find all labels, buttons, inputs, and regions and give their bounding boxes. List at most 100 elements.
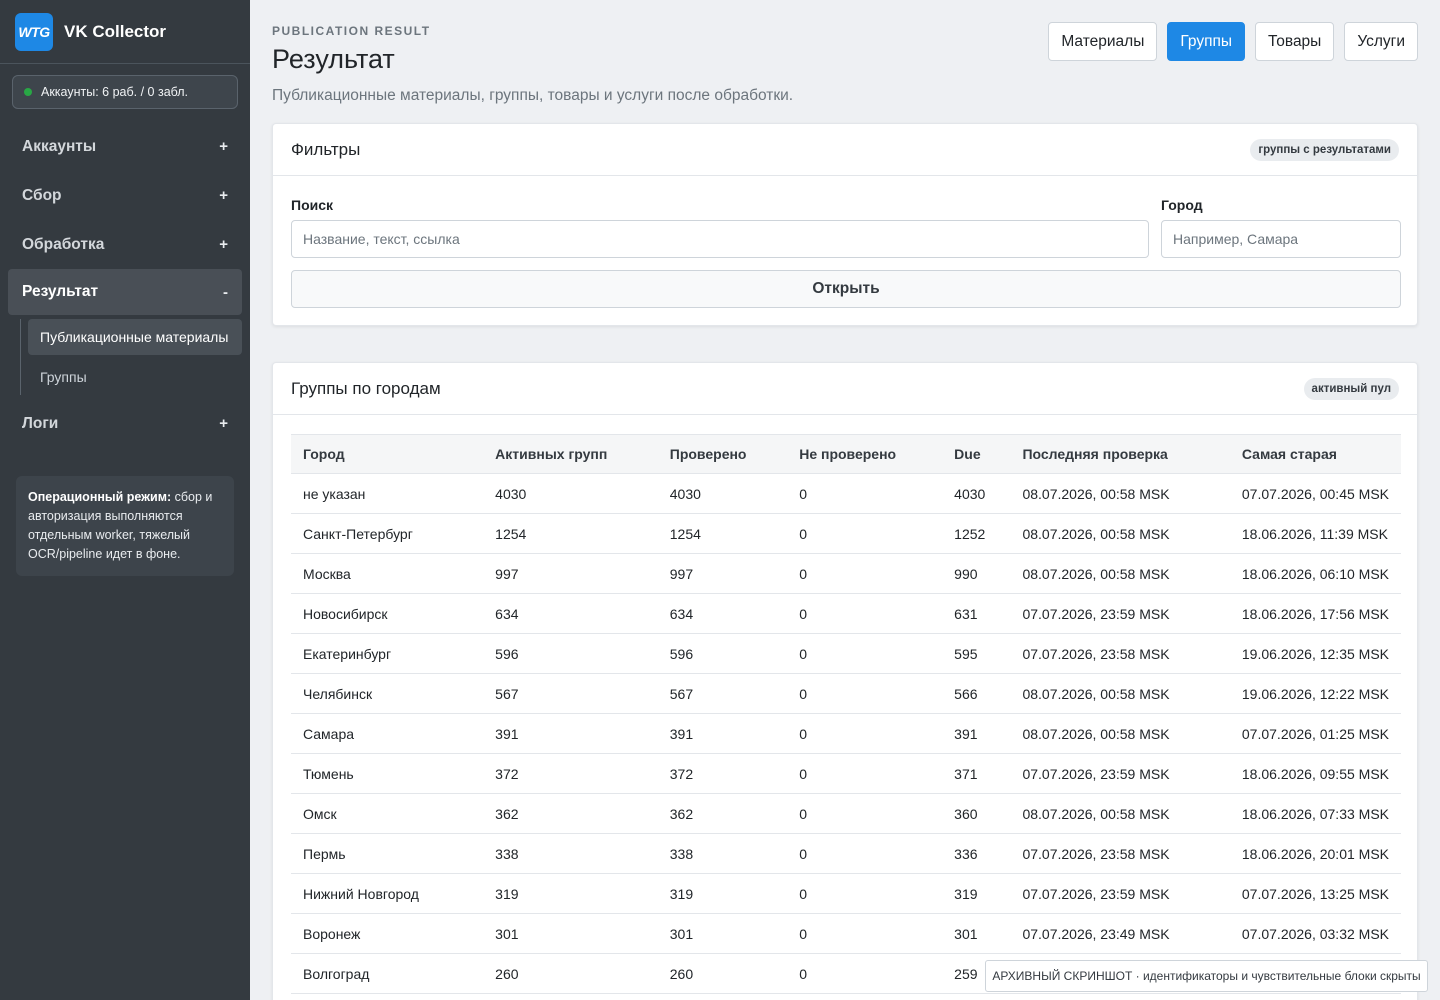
- cell-oldest: 18.06.2026, 06:10 MSK: [1229, 553, 1401, 594]
- cell-checked: 596: [657, 633, 788, 674]
- cell-checked: 362: [657, 793, 788, 834]
- sidebar-subitem-publications[interactable]: Публикационные материалы: [28, 319, 242, 355]
- table-row[interactable]: Омск 362 362 0 360 08.07.2026, 00:58 MSK 18.06…: [291, 793, 1401, 834]
- cell-city: Нижний Новгород: [291, 873, 484, 914]
- sidebar-item-collect[interactable]: Сбор +: [0, 171, 250, 220]
- sidebar-item-label: Результат: [22, 283, 99, 300]
- table-row[interactable]: Новосибирск 634 634 0 631 07.07.2026, 23:59 M…: [291, 593, 1401, 634]
- cell-oldest: 18.06.2026, 20:01 MSK: [1229, 833, 1401, 874]
- table-row[interactable]: Нижний Новгород 319 319 0 319 07.07.2026, 23:…: [291, 873, 1401, 914]
- column-header-unchecked[interactable]: Не проверено: [787, 434, 943, 474]
- cell-oldest: 19.06.2026, 12:35 MSK: [1229, 633, 1401, 674]
- cell-last-check: 07.07.2026, 23:49 MSK: [1010, 913, 1230, 954]
- column-header-active[interactable]: Активных групп: [483, 434, 658, 474]
- cell-due: 371: [942, 753, 1011, 794]
- table-row[interactable]: Санкт-Петербург 1254 1254 0 1252 08.07.2026, …: [291, 513, 1401, 554]
- cell-active: 260: [483, 953, 658, 994]
- sidebar-item-accounts[interactable]: Аккаунты +: [0, 122, 250, 171]
- sidebar-subitem-groups[interactable]: Группы: [28, 359, 242, 395]
- sidebar-item-processing[interactable]: Обработка +: [0, 220, 250, 269]
- cell-due: 319: [942, 873, 1011, 914]
- filters-title: Фильтры: [291, 139, 361, 159]
- cell-city: Челябинск: [291, 673, 484, 714]
- cell-oldest: 18.06.2026, 09:55 MSK: [1229, 753, 1401, 794]
- brand[interactable]: WTG VK Collector: [0, 0, 250, 64]
- groups-card-header: Группы по городам активный пул: [273, 363, 1417, 415]
- sidebar-item-label: Логи: [22, 414, 59, 432]
- cell-active: 997: [483, 553, 658, 594]
- city-input[interactable]: [1161, 220, 1401, 258]
- cell-active: 391: [483, 713, 658, 754]
- cell-checked: 634: [657, 593, 788, 634]
- sidebar-item-logs[interactable]: Логи +: [0, 399, 250, 448]
- table-row[interactable]: Пермь 338 338 0 336 07.07.2026, 23:58 MSK 18.0…: [291, 833, 1401, 874]
- table-row[interactable]: Тюмень 372 372 0 371 07.07.2026, 23:59 MSK 18.…: [291, 753, 1401, 794]
- account-status-text: Аккаунты: 6 раб. / 0 забл.: [41, 85, 189, 99]
- groups-by-city-card: Группы по городам активный пул Город Акт…: [272, 362, 1418, 1000]
- tab-materials[interactable]: Материалы: [1048, 22, 1158, 61]
- groups-title: Группы по городам: [291, 378, 441, 398]
- cell-checked: 338: [657, 833, 788, 874]
- archive-notice: АРХИВНЫЙ СКРИНШОТ · идентификаторы и чув…: [985, 960, 1428, 992]
- table-row[interactable]: Челябинск 567 567 0 566 08.07.2026, 00:58 MSK…: [291, 673, 1401, 714]
- cell-due: 4030: [942, 473, 1011, 514]
- groups-table-body: не указан 4030 4030 0 4030 08.07.2026, 00:58 …: [291, 473, 1401, 994]
- expand-icon[interactable]: +: [219, 138, 228, 155]
- open-button[interactable]: Открыть: [291, 270, 1401, 308]
- cell-due: 595: [942, 633, 1011, 674]
- account-status-badge[interactable]: Аккаунты: 6 раб. / 0 забл.: [12, 75, 238, 109]
- cell-last-check: 08.07.2026, 00:58 MSK: [1010, 673, 1230, 714]
- cell-city: Воронеж: [291, 913, 484, 954]
- cell-checked: 567: [657, 673, 788, 714]
- cell-checked: 301: [657, 913, 788, 954]
- column-header-city[interactable]: Город: [291, 434, 484, 474]
- column-header-oldest[interactable]: Самая старая: [1229, 434, 1401, 474]
- cell-due: 566: [942, 673, 1011, 714]
- cell-checked: 997: [657, 553, 788, 594]
- cell-last-check: 07.07.2026, 23:58 MSK: [1010, 833, 1230, 874]
- cell-city: не указан: [291, 473, 484, 514]
- cell-due: 990: [942, 553, 1011, 594]
- filters-card-header: Фильтры группы с результатами: [273, 124, 1417, 176]
- collapse-icon[interactable]: -: [223, 284, 228, 301]
- cell-unchecked: 0: [787, 513, 943, 554]
- cell-oldest: 07.07.2026, 00:45 MSK: [1229, 473, 1401, 514]
- sidebar: WTG VK Collector Аккаунты: 6 раб. / 0 за…: [0, 0, 250, 1000]
- table-header-row: Город Активных групп Проверено Не провер…: [291, 434, 1401, 474]
- cell-checked: 1254: [657, 513, 788, 554]
- cell-last-check: 08.07.2026, 00:58 MSK: [1010, 513, 1230, 554]
- cell-oldest: 07.07.2026, 13:25 MSK: [1229, 873, 1401, 914]
- column-header-checked[interactable]: Проверено: [657, 434, 788, 474]
- cell-oldest: 18.06.2026, 07:33 MSK: [1229, 793, 1401, 834]
- table-row[interactable]: Екатеринбург 596 596 0 595 07.07.2026, 23:58 …: [291, 633, 1401, 674]
- cell-unchecked: 0: [787, 633, 943, 674]
- tab-groups[interactable]: Группы: [1167, 22, 1245, 61]
- cell-due: 301: [942, 913, 1011, 954]
- sidebar-item-result[interactable]: Результат -: [8, 269, 242, 315]
- cell-active: 567: [483, 673, 658, 714]
- search-input[interactable]: [291, 220, 1149, 258]
- cell-last-check: 07.07.2026, 23:59 MSK: [1010, 593, 1230, 634]
- result-subnav: Публикационные материалы Группы: [20, 319, 250, 395]
- expand-icon[interactable]: +: [219, 187, 228, 204]
- table-row[interactable]: Воронеж 301 301 0 301 07.07.2026, 23:49 MSK 07…: [291, 913, 1401, 954]
- cell-unchecked: 0: [787, 833, 943, 874]
- column-header-due[interactable]: Due: [942, 434, 1011, 474]
- expand-icon[interactable]: +: [219, 415, 228, 432]
- result-tabs: Материалы Группы Товары Услуги: [1048, 22, 1418, 61]
- table-row[interactable]: не указан 4030 4030 0 4030 08.07.2026, 00:58 …: [291, 473, 1401, 514]
- table-row[interactable]: Москва 997 997 0 990 08.07.2026, 00:58 MSK 18.…: [291, 553, 1401, 594]
- table-row[interactable]: Самара 391 391 0 391 08.07.2026, 00:58 MSK 07.…: [291, 713, 1401, 754]
- groups-table: Город Активных групп Проверено Не провер…: [291, 434, 1401, 994]
- page-subtitle: Публикационные материалы, группы, товары…: [272, 87, 794, 104]
- tab-products[interactable]: Товары: [1255, 22, 1335, 61]
- tab-services[interactable]: Услуги: [1344, 22, 1418, 61]
- cell-city: Москва: [291, 553, 484, 594]
- cell-city: Тюмень: [291, 753, 484, 794]
- column-header-last-check[interactable]: Последняя проверка: [1010, 434, 1230, 474]
- expand-icon[interactable]: +: [219, 236, 228, 253]
- cell-checked: 391: [657, 713, 788, 754]
- cell-unchecked: 0: [787, 713, 943, 754]
- cell-active: 301: [483, 913, 658, 954]
- cell-active: 634: [483, 593, 658, 634]
